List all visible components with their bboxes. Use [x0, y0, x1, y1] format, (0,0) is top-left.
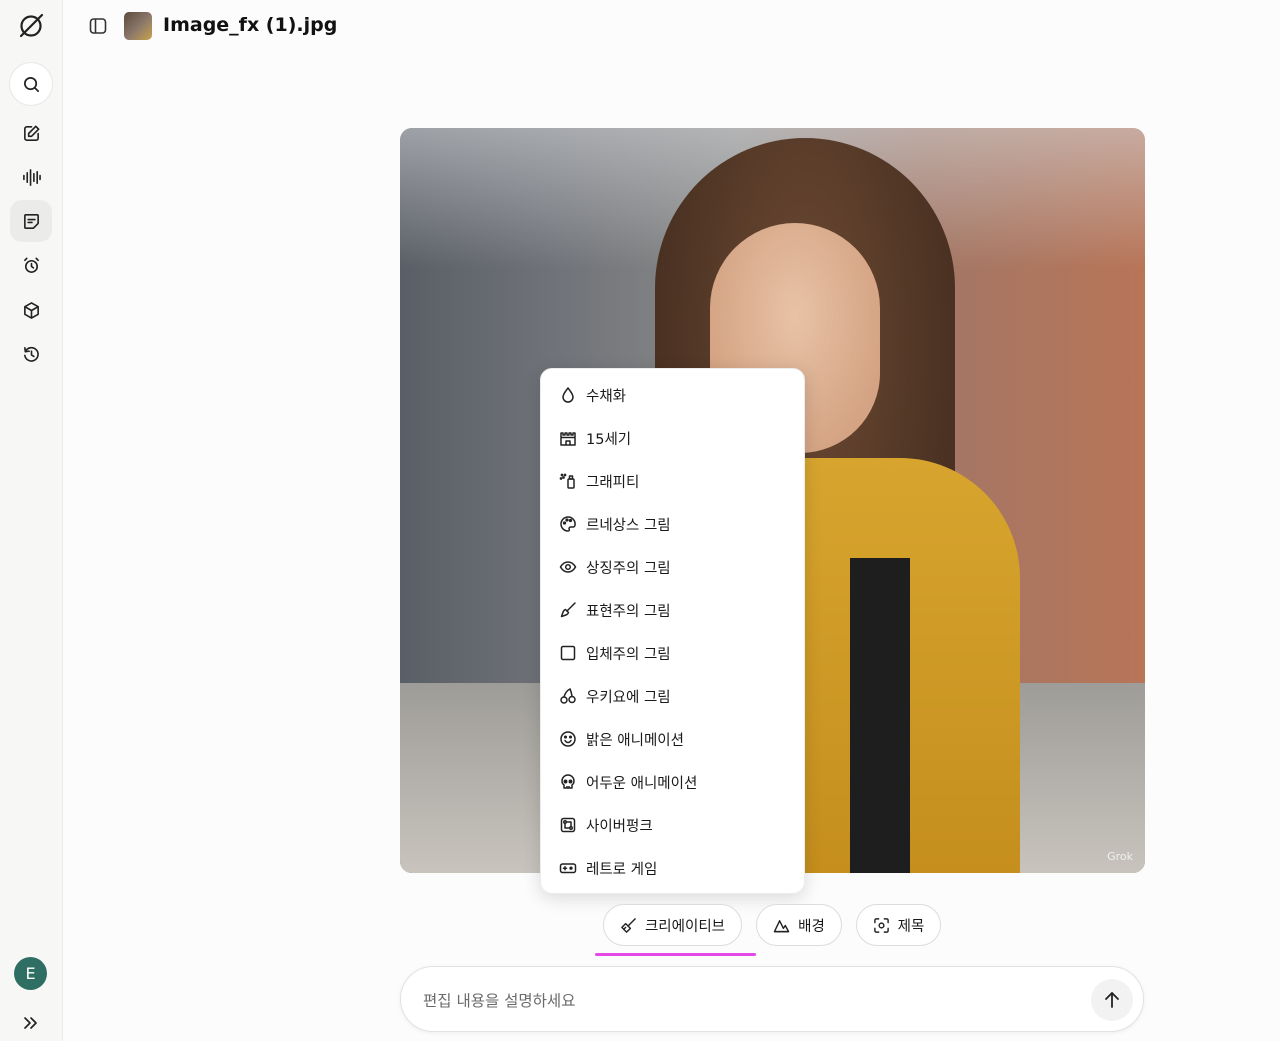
arrow-up-icon	[1105, 992, 1119, 1008]
menu-item-symbolism[interactable]: 상징주의 그림	[541, 547, 804, 587]
menu-item-renaissance[interactable]: 르네상스 그림	[541, 504, 804, 544]
paint-brush-icon	[621, 917, 636, 933]
menu-item-label: 상징주의 그림	[586, 560, 671, 577]
user-avatar[interactable]: E	[14, 957, 47, 990]
waveform-icon	[22, 168, 41, 186]
new-chat-button[interactable]	[10, 112, 52, 154]
search-icon	[23, 76, 39, 92]
menu-item-retro-game[interactable]: 레트로 게임	[541, 848, 804, 888]
creative-label: 크리에이티브	[644, 918, 726, 935]
background-label: 배경	[798, 918, 825, 935]
menu-item-label: 그래피티	[586, 474, 640, 491]
cherry-icon	[560, 688, 576, 704]
title-button[interactable]: 제목	[856, 904, 941, 946]
brush-icon	[560, 602, 576, 618]
file-thumbnail	[124, 12, 152, 40]
menu-item-label: 사이버펑크	[586, 818, 653, 835]
sticky-note-icon	[23, 213, 39, 229]
history-button[interactable]	[10, 333, 52, 375]
alarm-clock-icon	[23, 257, 39, 273]
menu-item-label: 어두운 애니메이션	[586, 775, 698, 792]
skull-icon	[561, 774, 575, 789]
eye-icon	[559, 561, 577, 573]
menu-item-label: 15세기	[586, 431, 632, 448]
palette-icon	[560, 516, 576, 532]
menu-item-label: 입체주의 그림	[586, 646, 671, 663]
edit-prompt-input[interactable]: 편집 내용을 설명하세요	[400, 966, 1144, 1032]
smile-icon	[560, 731, 576, 747]
edit-icon	[23, 125, 39, 141]
send-button[interactable]	[1091, 979, 1133, 1021]
castle-icon	[560, 432, 576, 446]
menu-item-watercolor[interactable]: 수채화	[541, 375, 804, 415]
square-icon	[560, 645, 576, 661]
sidebar-toggle-icon[interactable]	[88, 16, 108, 36]
gamepad-icon	[559, 863, 577, 874]
active-tab-underline	[595, 953, 756, 956]
focus-frame-icon	[873, 917, 889, 933]
menu-item-cyberpunk[interactable]: 사이버펑크	[541, 805, 804, 845]
menu-item-label: 표현주의 그림	[586, 603, 671, 620]
file-title: Image_fx (1).jpg	[163, 14, 338, 36]
menu-item-ukiyoe[interactable]: 우키요에 그림	[541, 676, 804, 716]
voice-button[interactable]	[10, 156, 52, 198]
menu-item-bright-animation[interactable]: 밝은 애니메이션	[541, 719, 804, 759]
spray-can-icon	[559, 473, 575, 489]
edit-prompt-placeholder: 편집 내용을 설명하세요	[423, 992, 576, 1010]
circuit-icon	[560, 817, 576, 833]
title-label: 제목	[897, 918, 925, 935]
projects-button[interactable]	[10, 289, 52, 331]
grok-watermark: Grok	[1107, 850, 1133, 863]
chevrons-right-icon[interactable]	[20, 1013, 40, 1033]
menu-item-label: 르네상스 그림	[586, 517, 671, 534]
menu-item-cubism[interactable]: 입체주의 그림	[541, 633, 804, 673]
search-button[interactable]	[10, 63, 52, 105]
image-shirt	[850, 558, 910, 873]
mountain-icon	[773, 919, 790, 932]
menu-item-label: 밝은 애니메이션	[586, 732, 684, 749]
menu-item-label: 레트로 게임	[586, 861, 658, 878]
tasks-button[interactable]	[10, 244, 52, 286]
image-edit-button[interactable]	[10, 200, 52, 242]
water-drop-icon	[562, 387, 574, 403]
menu-item-graffiti[interactable]: 그래피티	[541, 461, 804, 501]
history-icon	[23, 346, 39, 362]
background-button[interactable]: 배경	[756, 904, 842, 946]
style-menu: 수채화 15세기 그래피티 르네상스 그림 상징주의 그림 표현주의 그림 입체…	[540, 368, 805, 894]
sidebar: E	[0, 0, 63, 1041]
creative-button[interactable]: 크리에이티브	[603, 904, 742, 946]
menu-item-15th-century[interactable]: 15세기	[541, 418, 804, 458]
grok-logo-icon[interactable]	[16, 11, 46, 41]
menu-item-label: 우키요에 그림	[586, 689, 671, 706]
menu-item-expressionism[interactable]: 표현주의 그림	[541, 590, 804, 630]
cube-icon	[23, 301, 39, 319]
menu-item-dark-animation[interactable]: 어두운 애니메이션	[541, 762, 804, 802]
menu-item-label: 수채화	[586, 388, 627, 405]
